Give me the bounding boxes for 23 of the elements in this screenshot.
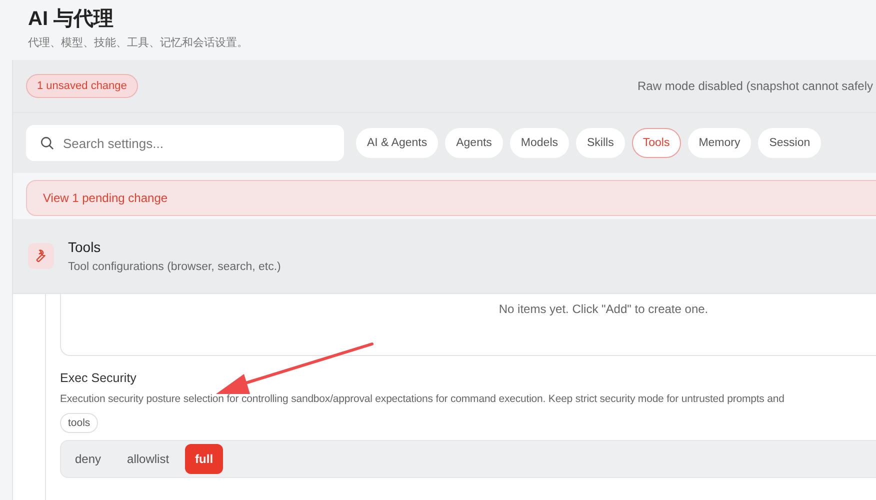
security-option[interactable]: allowlist — [117, 444, 180, 474]
empty-list-message: No items yet. Click "Add" to create one. — [498, 302, 708, 318]
wrench-icon — [28, 243, 54, 269]
filter-tab[interactable]: Tools — [632, 128, 681, 158]
page-subtitle: 代理、模型、技能、工具、记忆和会话设置。 — [28, 36, 249, 50]
field-label: Exec Security — [60, 371, 138, 385]
section-title: Tools — [68, 239, 102, 255]
filter-tab[interactable]: Session — [758, 128, 822, 158]
unsaved-change-badge: 1 unsaved change — [26, 74, 138, 98]
security-option[interactable]: full — [185, 444, 224, 474]
field-description: Execution security posture selection for controlling sandbox/approval expectations for command execution. Keep strict security mode for untrusted prompts and — [60, 393, 784, 405]
raw-mode-note: Raw mode disabled (snapshot cannot safely — [638, 79, 873, 93]
search-icon — [40, 136, 54, 150]
security-option[interactable]: deny — [65, 444, 112, 474]
search-field[interactable]: Search settings... — [26, 125, 344, 161]
field-tag: tools — [60, 413, 98, 433]
section-description: Tool configurations (browser, search, etc.) — [68, 261, 281, 273]
filter-tab[interactable]: Agents — [445, 128, 503, 158]
page-title: AI 与代理 — [28, 7, 115, 32]
filter-tab[interactable]: AI & Agents — [356, 128, 438, 158]
filter-tab[interactable]: Models — [510, 128, 569, 158]
filter-tab[interactable]: Memory — [688, 128, 752, 158]
filter-tab[interactable]: Skills — [576, 128, 625, 158]
